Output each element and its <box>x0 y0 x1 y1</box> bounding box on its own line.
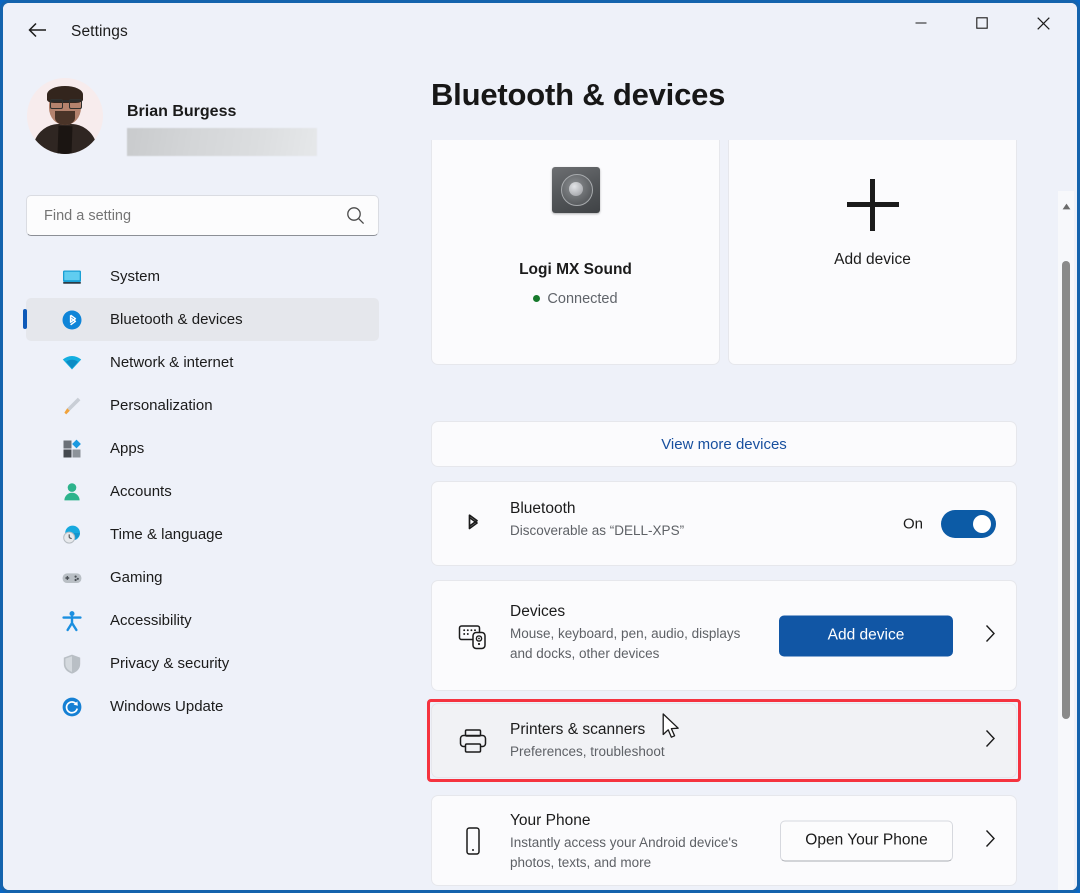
wifi-icon <box>57 352 87 374</box>
sidebar-item-apps[interactable]: Apps <box>26 427 379 470</box>
sidebar-item-label: Personalization <box>110 397 213 414</box>
phone-row-subtitle-1: Instantly access your Android device's <box>510 833 738 853</box>
settings-window: Settings <box>0 0 1080 893</box>
devices-row-subtitle-1: Mouse, keyboard, pen, audio, displays <box>510 624 740 644</box>
close-icon <box>1037 17 1050 30</box>
open-your-phone-button[interactable]: Open Your Phone <box>780 820 953 861</box>
bluetooth-toggle[interactable] <box>941 510 996 538</box>
sidebar-nav: System Bluetooth & devices <box>3 255 403 728</box>
toggle-knob <box>973 515 991 533</box>
view-more-devices-button[interactable]: View more devices <box>431 421 1017 467</box>
sidebar-item-gaming[interactable]: Gaming <box>26 556 379 599</box>
sidebar-item-accounts[interactable]: Accounts <box>26 470 379 513</box>
printers-row-subtitle: Preferences, troubleshoot <box>510 742 665 762</box>
sidebar-item-label: Accounts <box>110 483 172 500</box>
printers-scanners-setting-row[interactable]: Printers & scanners Preferences, trouble… <box>431 703 1017 778</box>
printer-icon <box>456 728 490 754</box>
avatar <box>27 78 103 154</box>
sidebar-item-label: Apps <box>110 440 144 457</box>
user-profile[interactable]: Brian Burgess <box>27 78 377 158</box>
scrollbar-thumb[interactable] <box>1062 261 1070 719</box>
gamepad-icon <box>57 567 87 589</box>
bluetooth-icon <box>57 309 87 331</box>
bluetooth-icon <box>456 511 490 537</box>
device-tile-name: Logi MX Sound <box>432 261 719 279</box>
view-more-devices-label: View more devices <box>661 436 787 453</box>
arrow-left-icon <box>28 22 48 38</box>
page-title: Bluetooth & devices <box>431 77 725 113</box>
accessibility-icon <box>57 610 87 632</box>
person-icon <box>57 481 87 503</box>
user-email-redacted <box>127 128 317 156</box>
search-box[interactable] <box>26 195 379 236</box>
add-device-tile-label: Add device <box>729 251 1016 269</box>
add-device-tile[interactable]: Add device <box>728 140 1017 365</box>
phone-row-subtitle-2: photos, texts, and more <box>510 853 738 873</box>
bluetooth-row-subtitle: Discoverable as “DELL-XPS” <box>510 521 684 541</box>
sidebar-item-personalization[interactable]: Personalization <box>26 384 379 427</box>
status-dot <box>533 295 540 302</box>
content-scrollbar[interactable] <box>1058 191 1074 893</box>
user-name: Brian Burgess <box>127 103 236 121</box>
sidebar-item-system[interactable]: System <box>26 255 379 298</box>
printers-row-title: Printers & scanners <box>510 721 665 739</box>
sidebar: Brian Burgess <box>3 55 403 893</box>
title-bar: Settings <box>3 3 1077 55</box>
window-title: Settings <box>71 23 128 41</box>
keyboard-mouse-icon <box>456 622 490 650</box>
search-input[interactable] <box>42 196 336 237</box>
sidebar-item-privacy-security[interactable]: Privacy & security <box>26 642 379 685</box>
chevron-right-icon <box>984 623 996 648</box>
sidebar-item-label: System <box>110 268 160 285</box>
your-phone-setting-row[interactable]: Your Phone Instantly access your Android… <box>431 795 1017 886</box>
device-tile-logi-mx-sound[interactable]: Logi MX Sound Connected <box>431 140 720 365</box>
chevron-right-icon <box>984 728 996 753</box>
plus-icon <box>847 179 899 231</box>
phone-icon <box>456 826 490 856</box>
status-text: Connected <box>547 291 617 307</box>
devices-setting-row[interactable]: Devices Mouse, keyboard, pen, audio, dis… <box>431 580 1017 691</box>
bluetooth-setting-row: Bluetooth Discoverable as “DELL-XPS” On <box>431 481 1017 566</box>
selection-indicator <box>23 309 27 329</box>
scroll-up-arrow-icon[interactable] <box>1058 197 1074 215</box>
settings-scroll-area: Logi MX Sound Connected Add device View … <box>403 140 1077 893</box>
devices-row-title: Devices <box>510 603 740 621</box>
apps-grid-icon <box>57 438 87 460</box>
sidebar-item-label: Accessibility <box>110 612 192 629</box>
search-icon <box>346 206 365 230</box>
device-tile-status: Connected <box>432 291 719 307</box>
sidebar-item-label: Privacy & security <box>110 655 229 672</box>
bluetooth-toggle-label: On <box>903 515 923 532</box>
shield-icon <box>57 653 87 675</box>
main-content: Bluetooth & devices Logi MX Sound Connec… <box>403 55 1077 893</box>
phone-row-title: Your Phone <box>510 812 738 830</box>
paintbrush-icon <box>57 395 87 417</box>
sidebar-item-label: Bluetooth & devices <box>110 311 243 328</box>
monitor-icon <box>57 266 87 288</box>
sidebar-item-bluetooth-devices[interactable]: Bluetooth & devices <box>26 298 379 341</box>
sidebar-item-time-language[interactable]: Time & language <box>26 513 379 556</box>
chevron-right-icon <box>984 828 996 853</box>
sidebar-item-label: Gaming <box>110 569 163 586</box>
maximize-icon <box>976 17 988 29</box>
bluetooth-row-title: Bluetooth <box>510 500 684 518</box>
sidebar-item-label: Time & language <box>110 526 223 543</box>
clock-globe-icon <box>57 524 87 546</box>
sidebar-item-accessibility[interactable]: Accessibility <box>26 599 379 642</box>
sidebar-item-network-internet[interactable]: Network & internet <box>26 341 379 384</box>
speaker-icon <box>552 167 600 213</box>
maximize-button[interactable] <box>958 3 1006 43</box>
add-device-button[interactable]: Add device <box>779 615 953 656</box>
close-button[interactable] <box>1019 3 1067 43</box>
sidebar-item-windows-update[interactable]: Windows Update <box>26 685 379 728</box>
sidebar-item-label: Windows Update <box>110 698 223 715</box>
sidebar-item-label: Network & internet <box>110 354 233 371</box>
devices-row-subtitle-2: and docks, other devices <box>510 644 740 664</box>
update-refresh-icon <box>57 696 87 718</box>
minimize-button[interactable] <box>897 3 945 43</box>
back-button[interactable] <box>21 15 55 45</box>
minimize-icon <box>915 17 927 29</box>
